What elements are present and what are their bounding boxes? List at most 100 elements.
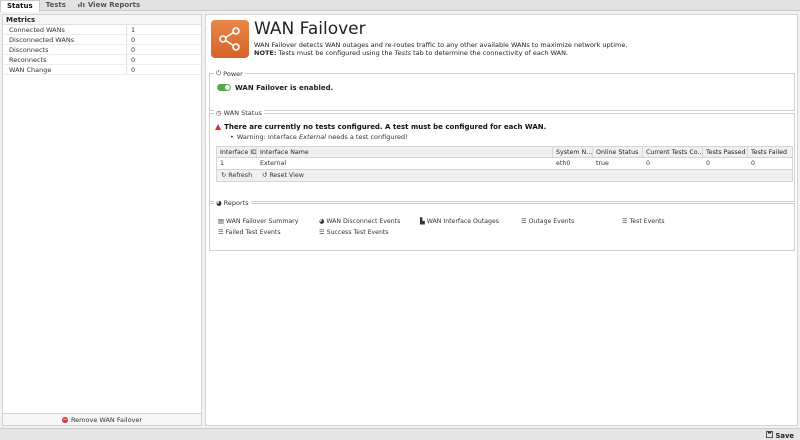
remove-app-button[interactable]: − Remove WAN Failover (3, 413, 201, 425)
report-link[interactable]: ☰ Outage Events (521, 216, 622, 227)
remove-app-label: Remove WAN Failover (70, 415, 143, 424)
metric-value: 0 (131, 36, 136, 44)
note-pre: Tests must be configured using the (276, 49, 395, 57)
report-link[interactable]: ☰ Test Events (622, 216, 723, 227)
report-link-label: WAN Interface Outages (426, 218, 500, 225)
tab-status-label: Status (7, 2, 33, 10)
power-status-text: WAN Failover is enabled. (235, 84, 334, 92)
power-legend-label: Power (223, 69, 243, 78)
table-header: Interface ID Interface Name System N... … (217, 147, 792, 158)
report-link[interactable]: ◕ WAN Disconnect Events (319, 216, 420, 227)
metrics-title: Metrics (3, 15, 201, 25)
list-icon: ☰ (218, 229, 224, 236)
metrics-panel: Metrics Connected WANs 1 Disconnected WAN… (2, 14, 202, 426)
power-legend: ⏻ Power (214, 69, 245, 78)
table-cell: 0 (646, 160, 651, 167)
note-tab-name: Tests (394, 49, 412, 57)
column-header[interactable]: Current Tests Co... (643, 147, 703, 157)
interface-warning-text: Warning: Interface External needs a test… (237, 133, 408, 141)
wan-status-legend: ◷ WAN Status (214, 109, 264, 117)
report-link-label: WAN Disconnect Events (326, 218, 401, 225)
metrics-list: Connected WANs 1 Disconnected WANs 0 Disco… (3, 25, 201, 75)
report-link-label: Test Events (629, 218, 665, 225)
report-link[interactable]: ☰ Success Test Events (319, 227, 420, 238)
pie-chart-icon: ◕ (319, 218, 325, 225)
metric-row: Reconnects 0 (3, 55, 201, 65)
refresh-label: Refresh (228, 172, 253, 179)
table-cell: true (596, 160, 609, 167)
table-cell: 0 (751, 160, 756, 167)
column-header[interactable]: System N... (553, 147, 593, 157)
app-note: NOTE: Tests must be configured using the… (254, 49, 568, 57)
wan-status-legend-label: WAN Status (223, 109, 262, 117)
column-header[interactable]: Interface Name (257, 147, 553, 157)
report-link[interactable]: ☰ Failed Test Events (218, 227, 319, 238)
bullet-pre: Warning: Interface (236, 133, 299, 141)
wan-status-table: Interface ID Interface Name System N... … (216, 146, 793, 182)
undo-icon: ↺ (262, 172, 268, 179)
metric-row: Connected WANs 1 (3, 25, 201, 35)
warning-message: ▲ There are currently no tests configure… (215, 122, 546, 131)
table-row[interactable]: 1 External eth0 true 0 0 0 (217, 158, 792, 169)
reports-section: ◕ Reports ▤ WAN Failover Summary ◕ WAN Dis… (209, 199, 795, 251)
tab-bar: Status Tests View Reports (0, 0, 800, 12)
bottom-toolbar: Save (0, 428, 800, 440)
report-link-label: Failed Test Events (225, 229, 281, 236)
reports-legend: ◕ Reports (214, 199, 251, 207)
metric-value: 0 (131, 66, 136, 74)
app-description: WAN Failover detects WAN outages and re-… (254, 41, 628, 49)
warning-triangle-icon: ▲ (215, 122, 222, 131)
bar-chart-icon: ▤ (218, 218, 224, 225)
pie-chart-icon: ◕ (216, 199, 222, 207)
refresh-icon: ↻ (221, 172, 227, 179)
bullet-iface: External (299, 133, 327, 141)
metric-row: WAN Change 0 (3, 65, 201, 75)
reports-row: ☰ Failed Test Events ☰ Success Test Events (218, 227, 778, 238)
tab-view-reports-label: View Reports (87, 1, 141, 9)
area-chart-icon: ▙ (420, 218, 425, 225)
refresh-button[interactable]: ↻ Refresh (221, 172, 252, 179)
metric-value: 0 (131, 46, 136, 54)
column-header[interactable]: Tests Failed (748, 147, 792, 157)
reset-view-label: Reset View (269, 172, 304, 179)
column-header[interactable]: Interface ID (217, 147, 257, 157)
note-label: NOTE: (254, 49, 277, 57)
report-link-label: Success Test Events (326, 229, 389, 236)
metric-value: 0 (131, 56, 136, 64)
power-section: ⏻ Power WAN Failover is enabled. (209, 69, 795, 111)
reset-view-button[interactable]: ↺ Reset View (262, 172, 304, 179)
interface-warning: • Warning: Interface External needs a te… (230, 133, 408, 141)
list-icon: ☰ (622, 218, 628, 225)
metric-key: WAN Change (3, 65, 127, 74)
list-icon: ☰ (521, 218, 527, 225)
table-cell: 0 (706, 160, 711, 167)
metric-row: Disconnects 0 (3, 45, 201, 55)
save-button[interactable]: Save (766, 431, 794, 440)
table-cell: 1 (220, 160, 225, 167)
column-header[interactable]: Tests Passed (703, 147, 748, 157)
app-logo-icon (211, 20, 249, 58)
report-link[interactable]: ▤ WAN Failover Summary (218, 216, 319, 227)
report-link[interactable]: ▙ WAN Interface Outages (420, 216, 521, 227)
clock-icon: ◷ (216, 109, 222, 117)
wan-status-section: ◷ WAN Status ▲ There are currently no te… (209, 109, 795, 202)
power-toggle[interactable] (217, 84, 231, 91)
column-header[interactable]: Online Status (593, 147, 643, 157)
table-cell: External (260, 160, 287, 167)
reports-list: ▤ WAN Failover Summary ◕ WAN Disconnect Ev… (218, 216, 778, 238)
reports-row: ▤ WAN Failover Summary ◕ WAN Disconnect Ev… (218, 216, 778, 227)
tab-status[interactable]: Status (0, 0, 40, 12)
chart-icon (77, 0, 85, 11)
tab-view-reports[interactable]: View Reports (72, 0, 146, 11)
list-icon: ☰ (319, 229, 325, 236)
page-title: WAN Failover (254, 19, 366, 39)
metric-key: Disconnects (3, 45, 127, 54)
bullet-post: needs a test configured! (326, 133, 408, 141)
main-panel: WAN Failover WAN Failover detects WAN ou… (205, 14, 798, 426)
metric-row: Disconnected WANs 0 (3, 35, 201, 45)
power-icon: ⏻ (216, 69, 222, 77)
tab-tests[interactable]: Tests (40, 0, 72, 11)
note-post: tab to determine the connectivity of eac… (411, 49, 569, 57)
report-link-label: Outage Events (528, 218, 575, 225)
metric-value: 1 (131, 26, 136, 34)
